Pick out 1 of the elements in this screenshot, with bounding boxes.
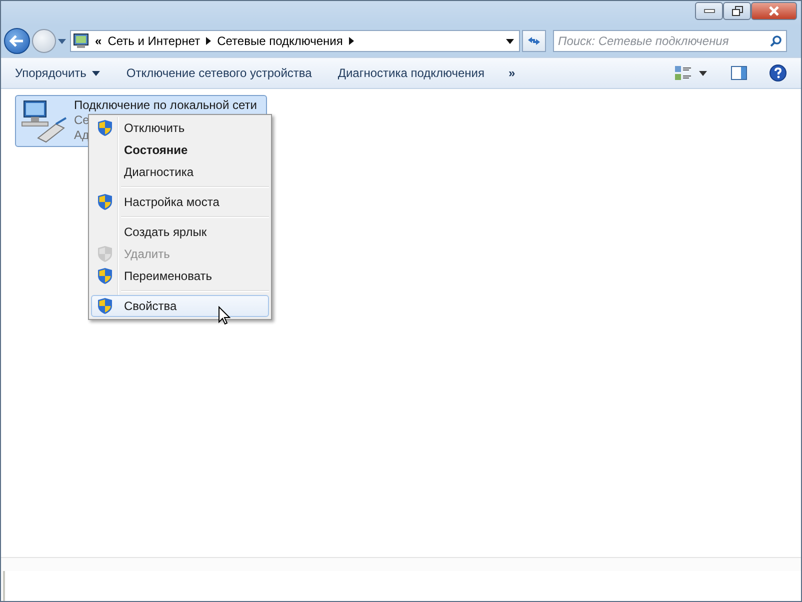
connection-name: Подключение по локальной сети [74,98,257,113]
